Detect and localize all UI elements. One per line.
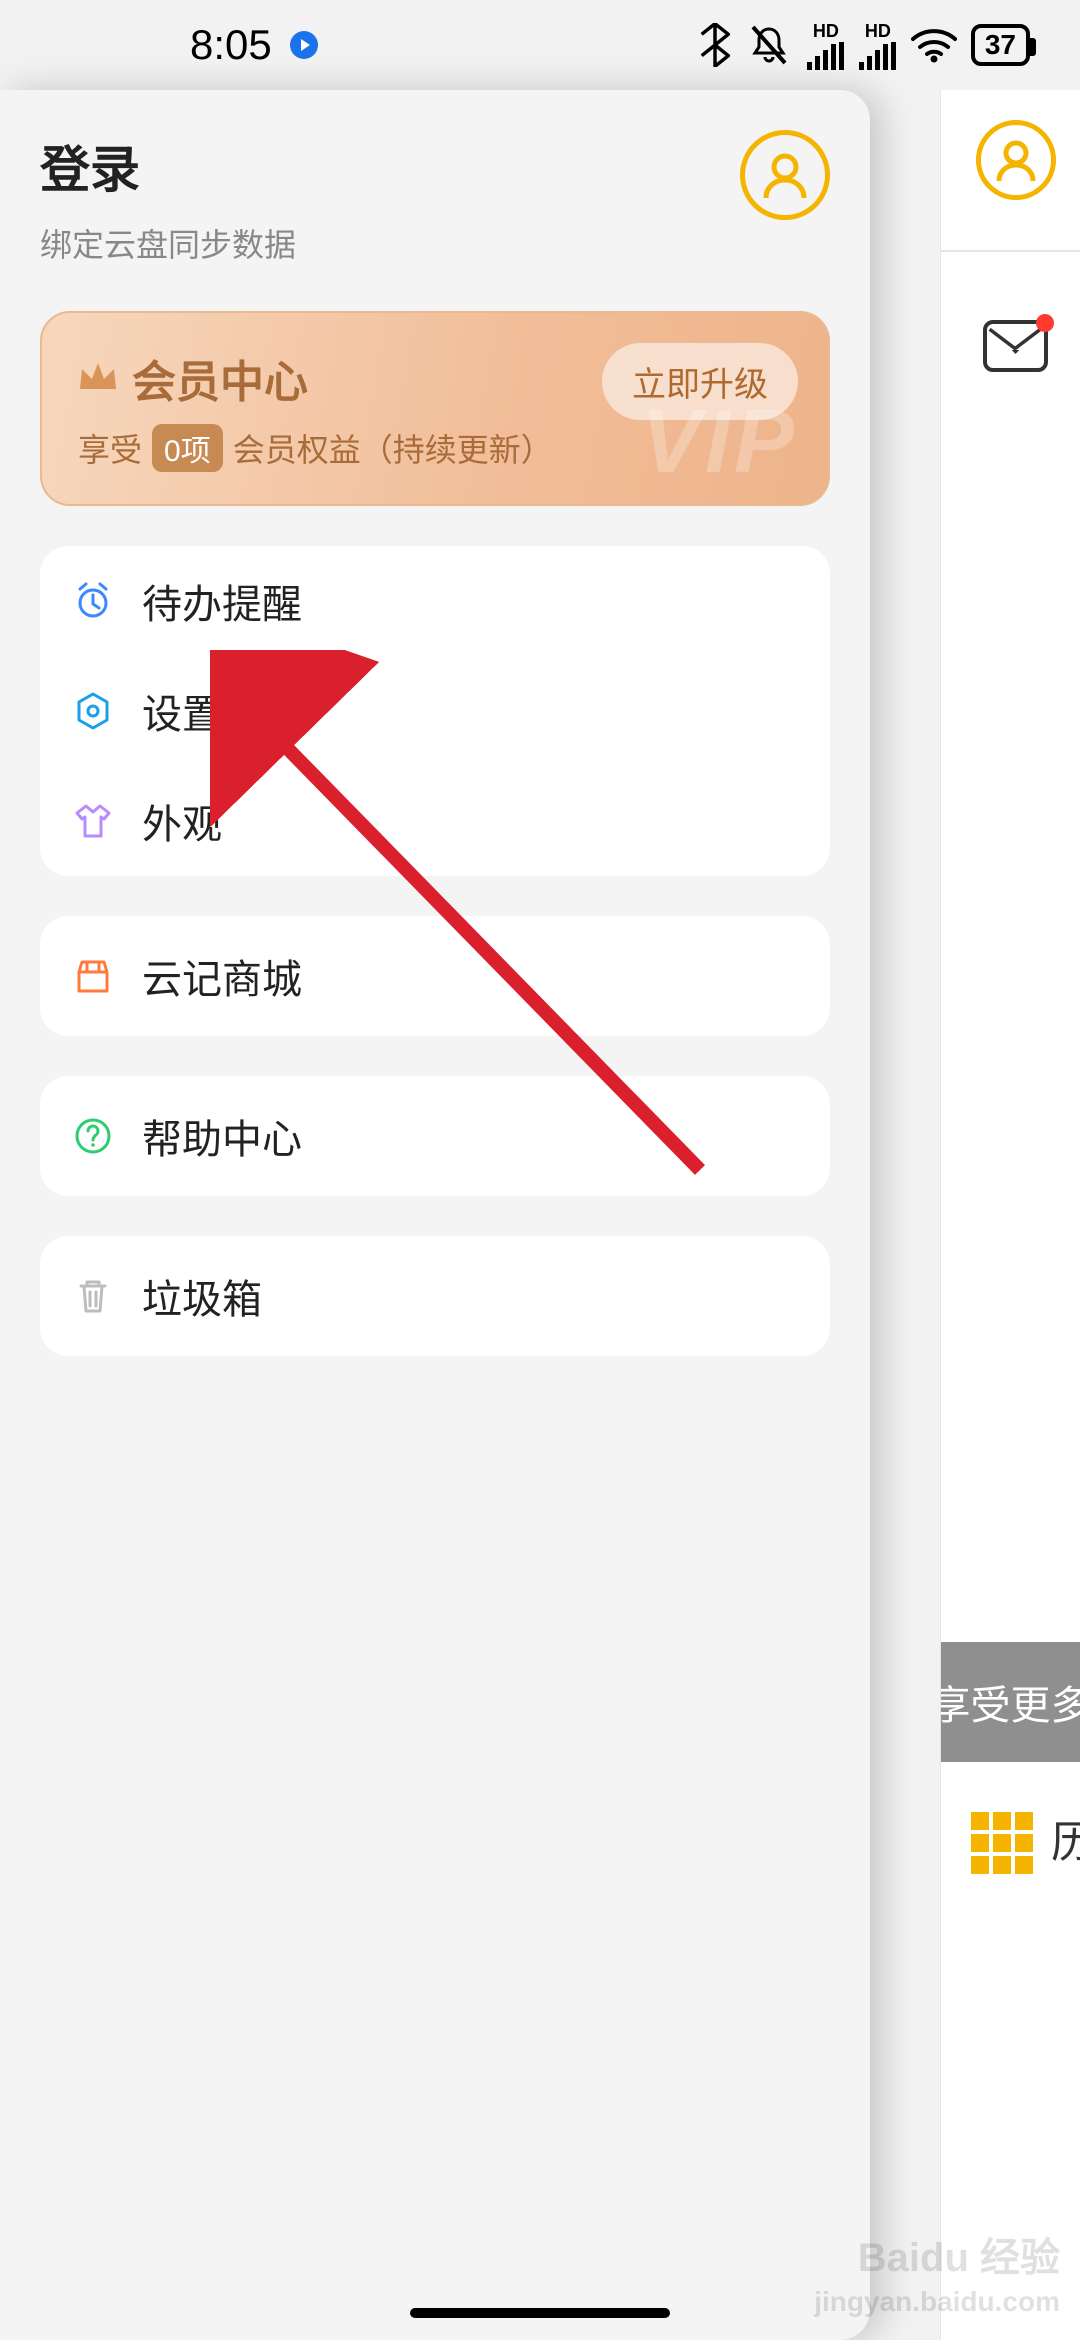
- peek-grid-icon[interactable]: [971, 1812, 1033, 1874]
- crown-icon: [78, 361, 118, 395]
- menu-group-trash: 垃圾箱: [40, 1236, 830, 1356]
- menu-label: 帮助中心: [142, 1107, 302, 1165]
- home-indicator[interactable]: [410, 2308, 670, 2318]
- menu-label: 外观: [142, 792, 222, 850]
- shirt-icon: [72, 800, 114, 842]
- login-section[interactable]: 登录 绑定云盘同步数据: [40, 130, 830, 266]
- wifi-icon: [911, 27, 957, 63]
- trash-icon: [72, 1275, 114, 1317]
- menu-item-appearance[interactable]: 外观: [40, 766, 830, 876]
- menu-label: 待办提醒: [142, 572, 302, 630]
- vibrate-silent-icon: [745, 23, 793, 67]
- login-title: 登录: [40, 130, 296, 202]
- battery-icon: 37: [971, 24, 1030, 66]
- settings-hex-icon: [72, 690, 114, 732]
- menu-label: 垃圾箱: [142, 1267, 262, 1325]
- peek-upgrade-banner[interactable]: 享受更多: [941, 1642, 1080, 1762]
- status-time: 8:05: [190, 21, 272, 69]
- side-drawer: 登录 绑定云盘同步数据 会员中心 享受 0项 会员权益（持续更新） 立即升级 V…: [0, 90, 870, 2340]
- menu-group-help: 帮助中心: [40, 1076, 830, 1196]
- alarm-icon: [72, 580, 114, 622]
- help-icon: [72, 1115, 114, 1157]
- signal-2-icon: HD: [859, 21, 897, 70]
- shop-icon: [72, 955, 114, 997]
- menu-item-todo[interactable]: 待办提醒: [40, 546, 830, 656]
- peek-grid-label: 历: [1051, 1806, 1080, 1870]
- peek-mail-icon[interactable]: [983, 320, 1048, 372]
- menu-group-1: 待办提醒 设置 外观: [40, 546, 830, 876]
- login-subtitle: 绑定云盘同步数据: [40, 220, 296, 266]
- menu-label: 云记商城: [142, 947, 302, 1005]
- menu-label: 设置: [142, 682, 222, 740]
- vip-title: 会员中心: [132, 346, 308, 410]
- profile-icon[interactable]: [740, 130, 830, 220]
- status-bar: 8:05 HD HD 37: [0, 0, 1080, 90]
- notification-dot-icon: [1036, 314, 1054, 332]
- vip-watermark: VIP: [641, 391, 798, 494]
- signal-1-icon: HD: [807, 21, 845, 70]
- vip-card[interactable]: 会员中心 享受 0项 会员权益（持续更新） 立即升级 VIP: [40, 311, 830, 506]
- background-app-peek: 享受更多 历: [940, 90, 1080, 2340]
- media-play-icon: [290, 31, 318, 59]
- menu-group-shop: 云记商城: [40, 916, 830, 1036]
- vip-count-pill: 0项: [152, 424, 223, 472]
- menu-item-help[interactable]: 帮助中心: [40, 1076, 830, 1196]
- bluetooth-icon: [699, 23, 731, 67]
- watermark: Baidu 经验 jingyan.baidu.com: [814, 2232, 1060, 2320]
- menu-item-shop[interactable]: 云记商城: [40, 916, 830, 1036]
- peek-profile-icon[interactable]: [976, 120, 1056, 200]
- menu-item-trash[interactable]: 垃圾箱: [40, 1236, 830, 1356]
- menu-item-settings[interactable]: 设置: [40, 656, 830, 766]
